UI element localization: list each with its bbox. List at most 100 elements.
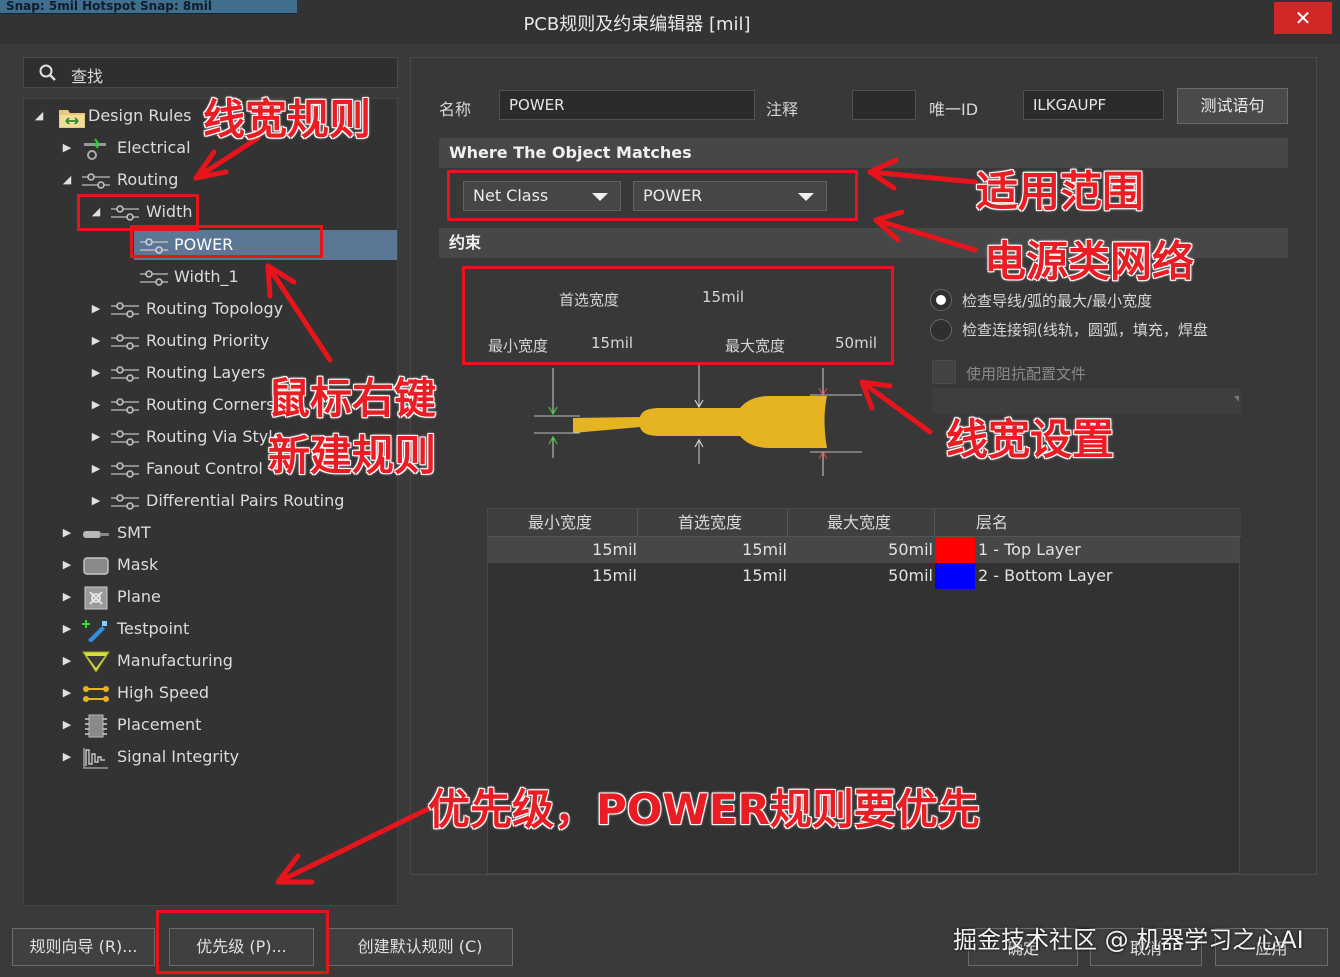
search-input[interactable]: 查找 <box>23 57 398 88</box>
plane-icon <box>84 586 108 610</box>
tree-label: Differential Pairs Routing <box>146 491 345 510</box>
check-connected-copper-label: 检查连接铜(线轨，圆弧，填充，焊盘 <box>962 321 1208 339</box>
tree-label: Testpoint <box>117 619 190 638</box>
tree-node-routing-priority[interactable]: ▶ Routing Priority <box>87 326 387 356</box>
expand-arrow-icon[interactable]: ▶ <box>89 358 103 388</box>
tree-node-manufacturing[interactable]: ▶ Manufacturing <box>58 646 388 676</box>
tree-node-differential-pairs[interactable]: ▶ Differential Pairs Routing <box>87 486 387 516</box>
row1-pref[interactable]: 15mil <box>638 537 787 563</box>
tree-label: Width_1 <box>174 267 239 286</box>
tree-node-signal-integrity[interactable]: ▶ Signal Integrity <box>58 742 388 772</box>
expand-arrow-icon[interactable]: ▶ <box>89 486 103 516</box>
expand-arrow-icon[interactable]: ▶ <box>60 614 74 644</box>
expand-arrow-icon[interactable]: ▶ <box>89 422 103 452</box>
close-button[interactable]: ✕ <box>1274 2 1332 34</box>
row2-layer: 2 - Bottom Layer <box>978 566 1113 585</box>
collapse-arrow-icon[interactable]: ◢ <box>32 101 46 131</box>
rules-editor-window: Snap: 5mil Hotspot Snap: 8mil PCB规则及约束编辑… <box>0 0 1340 977</box>
column-header-max[interactable]: 最大宽度 <box>788 509 935 537</box>
tree-label: Mask <box>117 555 159 574</box>
tree-label: High Speed <box>117 683 210 702</box>
tree-node-high-speed[interactable]: ▶ High Speed <box>58 678 388 708</box>
design-rules-folder-icon <box>59 110 85 128</box>
check-connected-copper-radio[interactable] <box>930 319 952 341</box>
routing-icon <box>111 302 139 318</box>
placement-icon <box>85 714 107 738</box>
annotation-new-rule: 新建规则 <box>268 431 437 480</box>
layer-color-swatch <box>935 537 975 563</box>
signal-integrity-icon <box>83 748 108 769</box>
layer-color-swatch <box>935 563 975 589</box>
mask-icon <box>83 557 109 575</box>
expand-arrow-icon[interactable]: ▶ <box>60 582 74 612</box>
expand-arrow-icon[interactable]: ▶ <box>89 294 103 324</box>
check-trace-width-label: 检查导线/弧的最大/最小宽度 <box>962 292 1153 310</box>
column-header-pref[interactable]: 首选宽度 <box>638 509 788 537</box>
tree-node-routing-topology[interactable]: ▶ Routing Topology <box>87 294 387 324</box>
column-header-layer[interactable]: 层名 <box>935 509 1241 537</box>
test-query-button[interactable]: 测试语句 <box>1177 88 1288 124</box>
tree-node-placement[interactable]: ▶ Placement <box>58 710 388 740</box>
routing-icon <box>82 173 110 189</box>
tree-label: Signal Integrity <box>117 747 240 766</box>
smt-icon <box>83 531 109 538</box>
tree-node-routing[interactable]: ◢ Routing <box>58 165 388 195</box>
routing-icon <box>111 462 139 478</box>
trace-width-diagram <box>534 364 862 476</box>
unique-id-field[interactable]: ILKGAUPF <box>1023 90 1164 120</box>
unique-id-label: 唯一ID <box>929 100 979 119</box>
tree-label: Routing Topology <box>146 299 284 318</box>
search-placeholder: 查找 <box>71 67 104 86</box>
tree-label: Manufacturing <box>117 651 233 670</box>
tree-node-mask[interactable]: ▶ Mask <box>58 550 388 580</box>
create-default-rules-button[interactable]: 创建默认规则 (C) <box>327 928 513 966</box>
row1-min[interactable]: 15mil <box>488 537 637 563</box>
tree-node-plane[interactable]: ▶ Plane <box>58 582 388 612</box>
annotation-box-width-settings <box>462 266 894 365</box>
expand-arrow-icon[interactable]: ▶ <box>60 550 74 580</box>
annotation-scope: 适用范围 <box>976 167 1145 216</box>
annotation-width-setting: 线宽设置 <box>946 415 1115 464</box>
comment-field[interactable] <box>852 90 916 120</box>
impedance-checkbox[interactable] <box>932 360 956 384</box>
check-trace-width-radio[interactable] <box>930 289 952 311</box>
row1-layer: 1 - Top Layer <box>978 540 1081 559</box>
watermark: 掘金技术社区 @ 机器学习之心AI <box>953 926 1304 954</box>
name-field[interactable]: POWER <box>499 90 755 120</box>
annotation-box-priority <box>156 910 329 974</box>
expand-arrow-icon[interactable]: ▶ <box>60 710 74 740</box>
expand-arrow-icon[interactable]: ▶ <box>60 678 74 708</box>
testpoint-icon <box>82 620 107 642</box>
routing-icon <box>111 430 139 446</box>
tree-node-smt[interactable]: ▶ SMT <box>58 518 388 548</box>
trace-shape <box>573 396 827 448</box>
tree-label: Routing Via Style <box>146 427 283 446</box>
tree-node-width-1-rule[interactable]: Width_1 <box>134 262 384 292</box>
expand-arrow-icon[interactable]: ▶ <box>89 326 103 356</box>
tree-label: Placement <box>117 715 202 734</box>
impedance-checkbox-label: 使用阻抗配置文件 <box>966 365 1087 383</box>
tree-label: Plane <box>117 587 161 606</box>
annotation-box-scope <box>447 170 858 221</box>
tree-label: Electrical <box>117 138 191 157</box>
tree-label: SMT <box>117 523 151 542</box>
expand-arrow-icon[interactable]: ▶ <box>89 390 103 420</box>
expand-arrow-icon[interactable]: ▶ <box>60 518 74 548</box>
tree-label: Routing Corners <box>146 395 275 414</box>
row2-pref[interactable]: 15mil <box>638 563 787 589</box>
expand-arrow-icon[interactable]: ▶ <box>60 133 74 163</box>
routing-icon <box>111 334 139 350</box>
title-bar: Snap: 5mil Hotspot Snap: 8mil PCB规则及约束编辑… <box>0 0 1340 44</box>
expand-arrow-icon[interactable]: ▶ <box>60 742 74 772</box>
expand-arrow-icon[interactable]: ▶ <box>89 454 103 484</box>
routing-icon <box>111 366 139 382</box>
column-header-min[interactable]: 最小宽度 <box>488 509 638 537</box>
collapse-arrow-icon[interactable]: ◢ <box>60 165 74 195</box>
row2-max[interactable]: 50mil <box>788 563 933 589</box>
tree-label: Routing <box>117 170 179 189</box>
expand-arrow-icon[interactable]: ▶ <box>60 646 74 676</box>
tree-node-testpoint[interactable]: ▶ Testpoint <box>58 614 388 644</box>
row1-max[interactable]: 50mil <box>788 537 933 563</box>
rule-wizard-button[interactable]: 规则向导 (R)... <box>12 928 155 966</box>
row2-min[interactable]: 15mil <box>488 563 637 589</box>
